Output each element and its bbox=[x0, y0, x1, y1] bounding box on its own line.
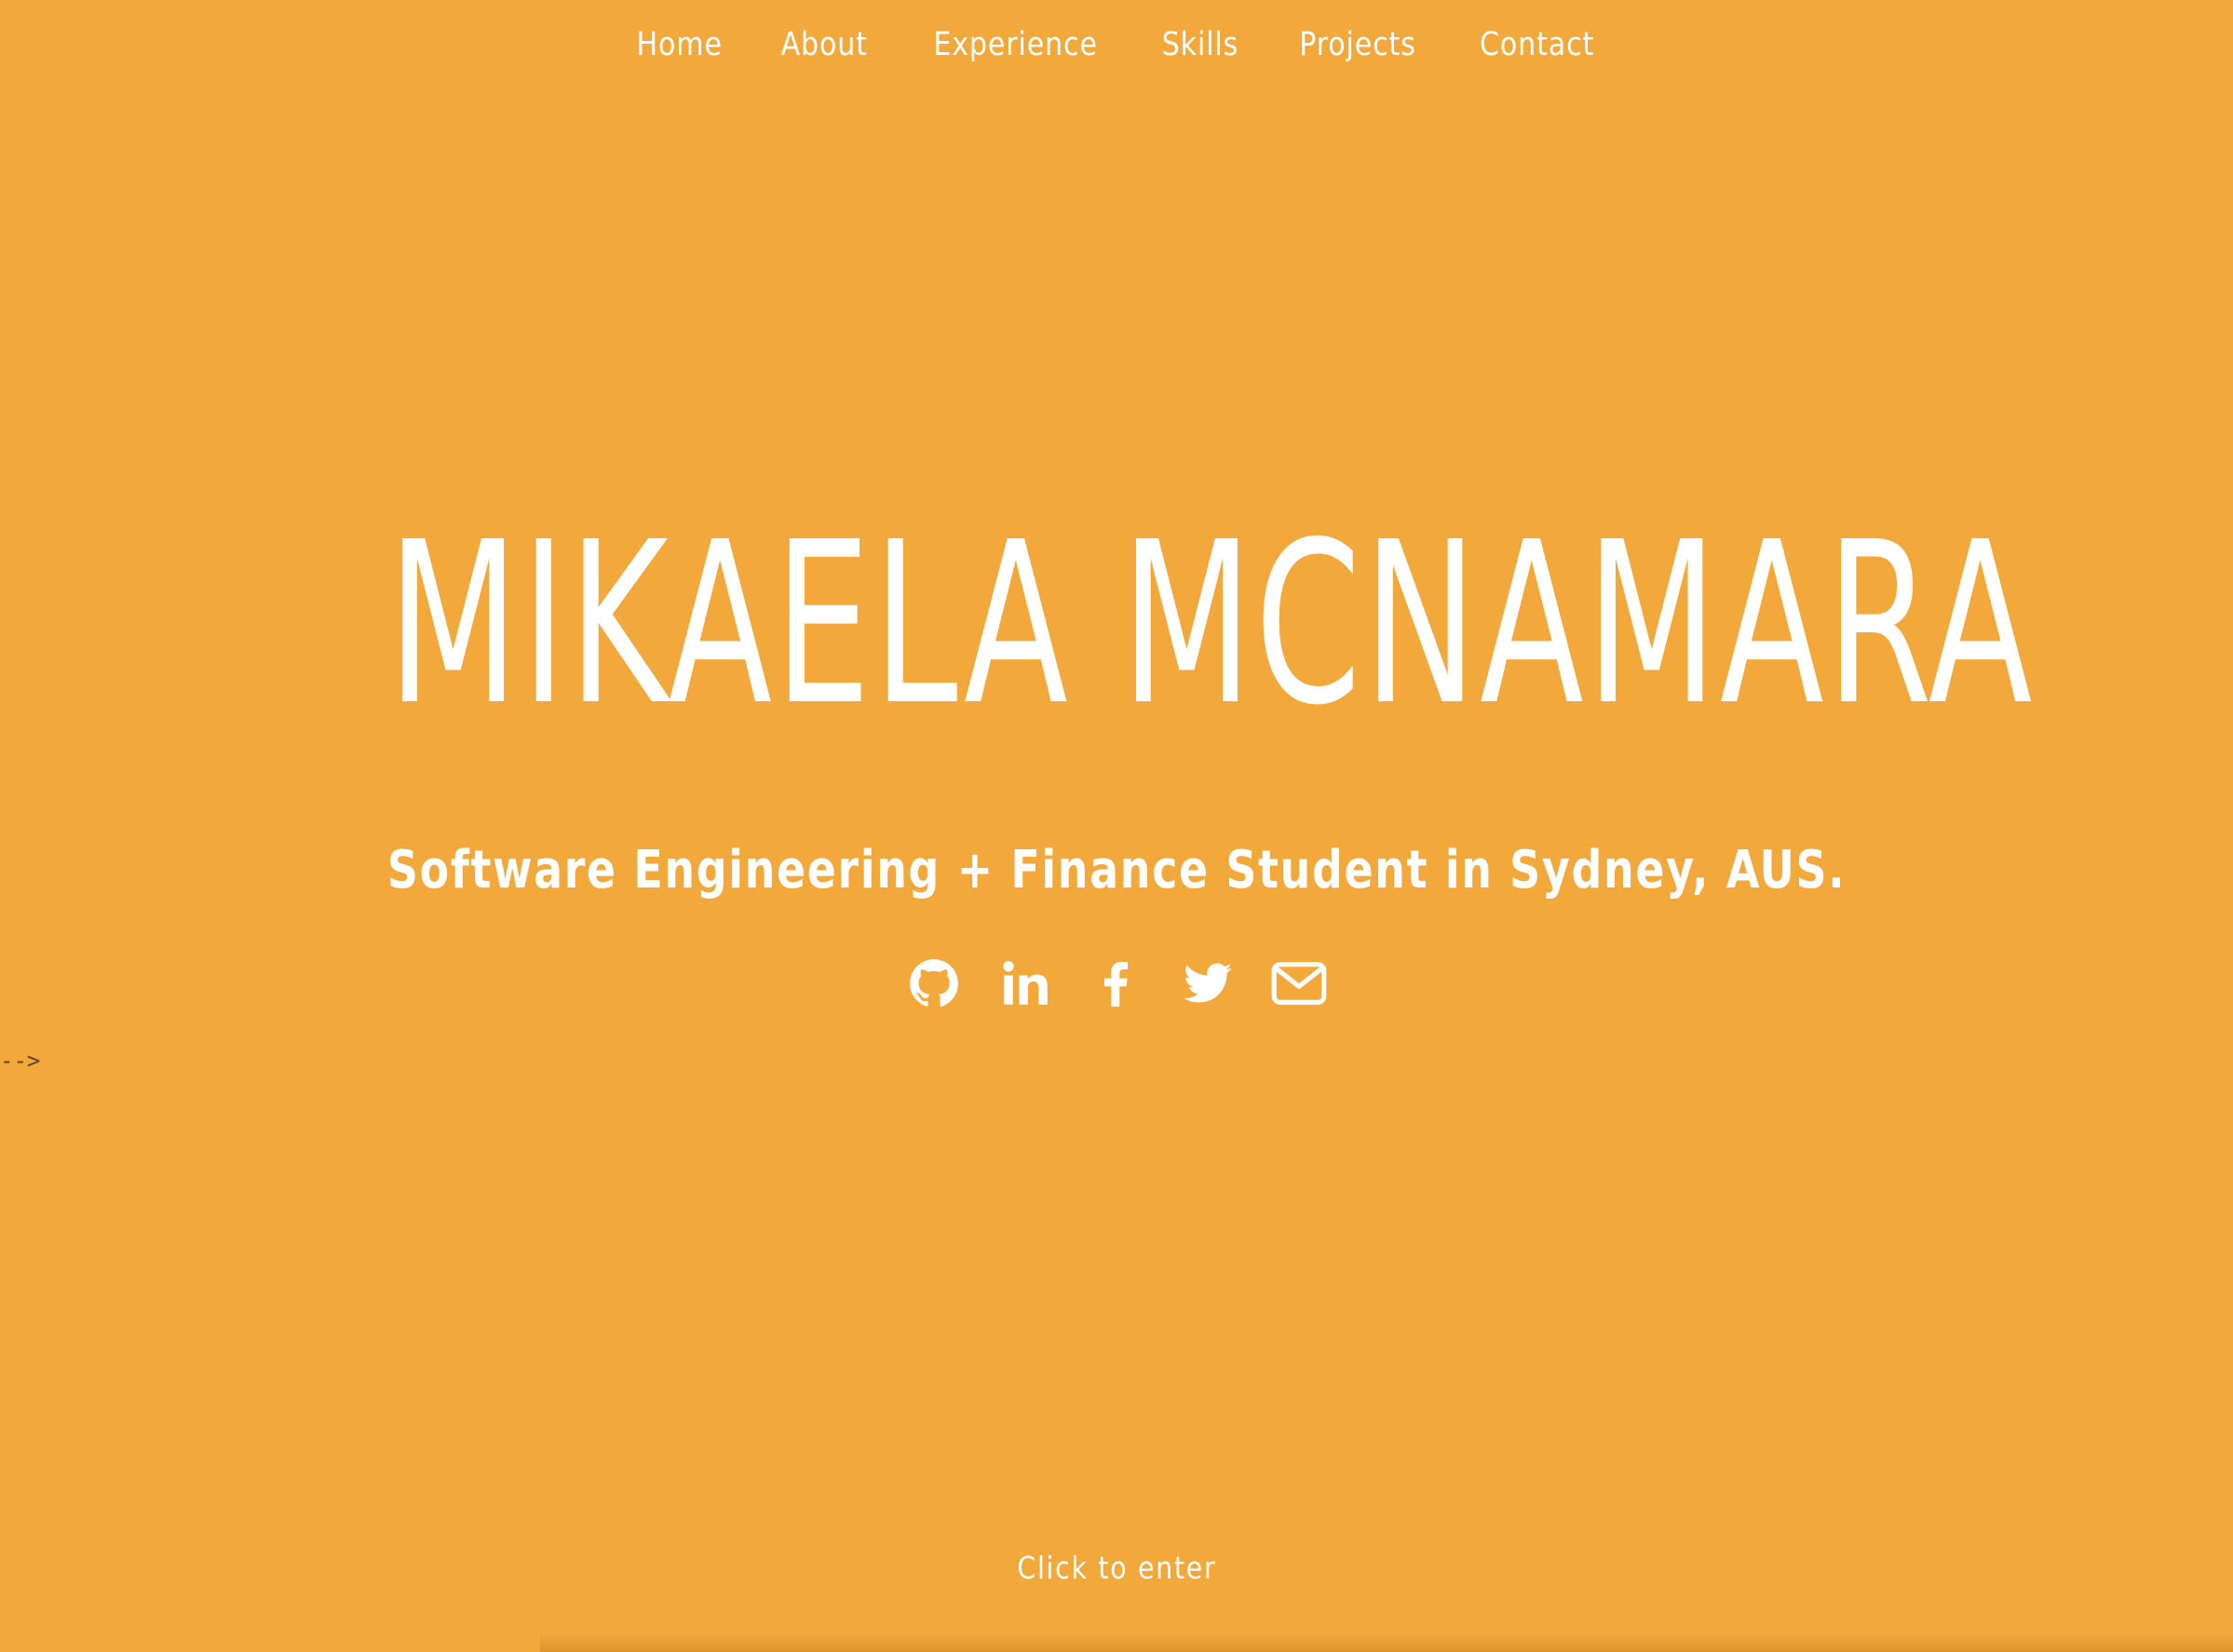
github-icon bbox=[910, 959, 958, 1007]
hero-tagline: Software Engineering + Finance Student i… bbox=[0, 833, 2233, 908]
email-link[interactable] bbox=[1270, 955, 1328, 1012]
nav-contact-link[interactable]: Contact bbox=[1480, 17, 1594, 73]
hero-name-text: MIKAELA MCNAMARA bbox=[387, 494, 2036, 754]
hero-name: MIKAELA MCNAMARA bbox=[0, 508, 2233, 740]
linkedin-icon bbox=[1003, 961, 1048, 1005]
main-nav: Home About Experience Skills Projects Co… bbox=[0, 17, 2233, 73]
nav-about-link[interactable]: About bbox=[781, 17, 868, 73]
bottom-shadow bbox=[540, 1633, 2233, 1652]
hero-tagline-text: Software Engineering + Finance Student i… bbox=[386, 840, 1847, 900]
click-to-enter-link[interactable]: Click to enter bbox=[0, 1546, 2233, 1591]
facebook-icon bbox=[1104, 961, 1129, 1007]
social-links bbox=[0, 955, 2233, 1012]
linkedin-link[interactable] bbox=[996, 955, 1054, 1012]
nav-home-link[interactable]: Home bbox=[636, 17, 722, 73]
envelope-icon bbox=[1271, 962, 1327, 1005]
facebook-link[interactable] bbox=[1088, 955, 1145, 1012]
github-link[interactable] bbox=[905, 955, 963, 1012]
click-to-enter-label: Click to enter bbox=[1017, 1550, 1216, 1586]
stray-comment-text: --> bbox=[0, 1048, 41, 1074]
twitter-icon bbox=[1184, 963, 1232, 1003]
nav-skills-link[interactable]: Skills bbox=[1162, 17, 1238, 73]
nav-experience-link[interactable]: Experience bbox=[933, 17, 1097, 73]
nav-projects-link[interactable]: Projects bbox=[1299, 17, 1416, 73]
twitter-link[interactable] bbox=[1179, 955, 1237, 1012]
